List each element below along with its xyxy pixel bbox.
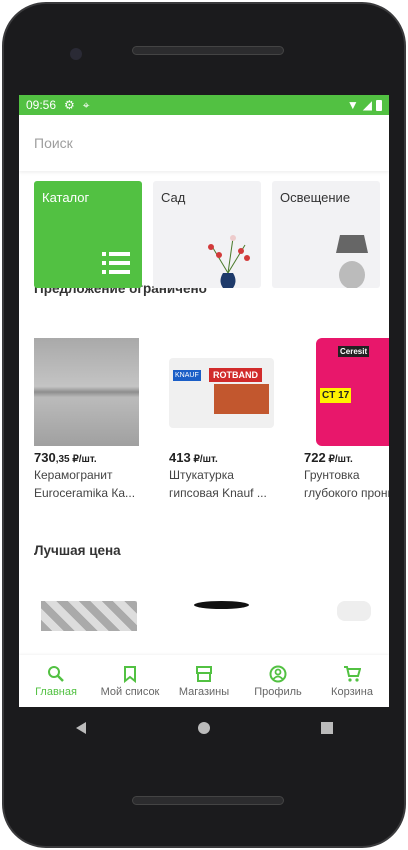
category-catalog[interactable]: Каталог: [34, 181, 142, 288]
signal-icon: ◢: [362, 98, 372, 112]
product-image: [194, 601, 249, 609]
cart-icon: [344, 665, 361, 682]
bottom-speaker: [132, 796, 284, 805]
tab-label: Мой список: [100, 685, 160, 698]
product-unit: ₽/шт.: [325, 454, 353, 465]
product-name: гипсовая Knauf ...: [169, 486, 267, 500]
knauf-logo: KNAUF: [173, 370, 201, 381]
product-unit: ₽/шт.: [69, 454, 97, 465]
product-price: 413: [169, 450, 191, 465]
category-label: Каталог: [42, 190, 90, 205]
rotband-logo: ROTBAND: [209, 368, 262, 382]
store-icon: [196, 665, 212, 682]
tab-cart[interactable]: Корзина: [315, 655, 389, 707]
profile-icon: [269, 665, 287, 682]
top-speaker: [132, 46, 284, 55]
location-icon: ⌖: [82, 97, 90, 112]
product-name: глубокого проникновения: [304, 486, 389, 500]
product-image: [41, 601, 137, 631]
ct17-label: CT 17: [320, 388, 352, 403]
recents-icon[interactable]: [320, 721, 334, 735]
product-price-cents: ,35: [55, 454, 70, 465]
ceresit-logo: Ceresit: [338, 346, 370, 357]
product-name: Керамогранит: [34, 468, 113, 482]
tile-image: [34, 338, 139, 446]
product-price: 722: [304, 450, 326, 465]
tab-profile[interactable]: Профиль: [241, 655, 315, 707]
category-lighting[interactable]: Освещение: [272, 181, 380, 288]
tab-label: Корзина: [331, 685, 373, 698]
product-image: [337, 601, 371, 621]
product-name: Euroceramika Ка...: [34, 486, 136, 500]
product-card[interactable]: KNAUF ROTBAND 413 ₽/шт. Штукатурка гипсо…: [169, 338, 274, 501]
settings-icon: ⚙: [64, 98, 75, 112]
flower-vase-image: [208, 235, 250, 288]
category-label: Сад: [161, 190, 186, 205]
product-name: Грунтовка: [304, 468, 360, 482]
search-input[interactable]: Поиск: [19, 115, 389, 171]
status-time: 09:56: [26, 98, 57, 112]
tab-label: Магазины: [178, 685, 230, 698]
home-icon[interactable]: [197, 721, 211, 735]
bottom-tab-bar: Главная Мой список Магазины Профиль Корз…: [19, 655, 389, 707]
product-price: 730: [34, 450, 56, 465]
system-nav-bar: [19, 707, 389, 749]
best-price-list: [19, 558, 389, 631]
category-label: Освещение: [280, 190, 351, 205]
screen: 09:56 ⚙ ⌖ ▼ ◢ Поиск Каталог Сад Освещени…: [19, 95, 389, 707]
ceresit-canister-image: Ceresit CT 17: [304, 338, 389, 446]
back-icon[interactable]: [74, 721, 88, 735]
tab-stores[interactable]: Магазины: [167, 655, 241, 707]
category-garden[interactable]: Сад: [153, 181, 261, 288]
bookmark-icon: [124, 665, 136, 683]
product-card[interactable]: 730,35 ₽/шт. Керамогранит Euroceramika К…: [34, 338, 139, 501]
tab-home[interactable]: Главная: [19, 655, 93, 707]
product-name: Штукатурка: [169, 468, 234, 482]
wifi-icon: ▼: [346, 98, 359, 112]
product-card[interactable]: Ceresit CT 17 722 ₽/шт. Грунтовка глубок…: [304, 338, 389, 501]
tab-my-list[interactable]: Мой список: [93, 655, 167, 707]
rotband-bag-image: KNAUF ROTBAND: [169, 338, 274, 446]
front-camera: [70, 48, 82, 60]
status-bar: 09:56 ⚙ ⌖ ▼ ◢: [19, 95, 389, 115]
tab-label: Главная: [35, 685, 77, 698]
section-title-best-price: Лучшая цена: [34, 543, 121, 558]
search-icon: [48, 665, 64, 682]
tab-label: Профиль: [254, 685, 302, 698]
product-list: 730,35 ₽/шт. Керамогранит Euroceramika К…: [19, 296, 389, 501]
battery-icon: [376, 99, 382, 111]
list-icon: [102, 252, 130, 274]
lamp-image: [336, 235, 368, 288]
product-unit: ₽/шт.: [190, 454, 218, 465]
